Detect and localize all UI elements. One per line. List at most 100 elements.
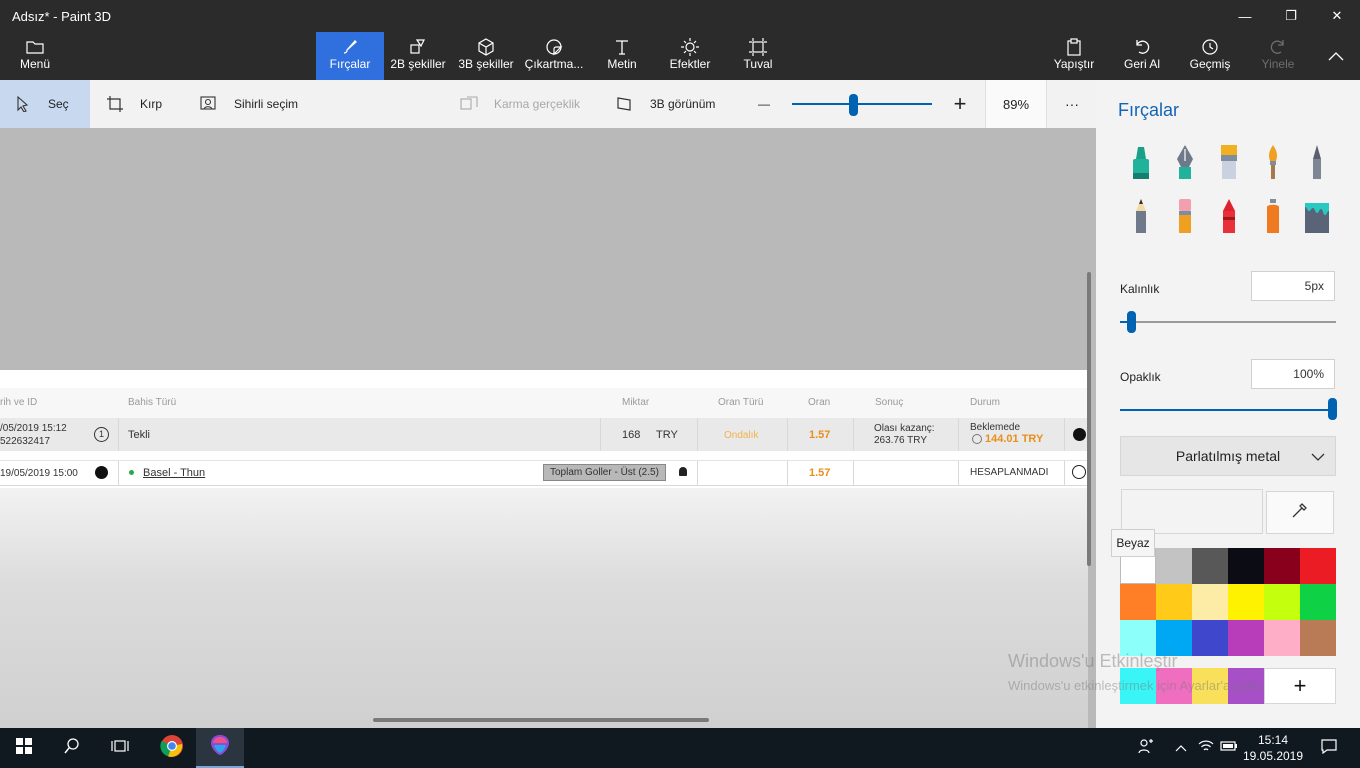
color-swatch[interactable]: [1192, 620, 1228, 656]
horizontal-scrollbar[interactable]: [373, 718, 709, 722]
color-swatch[interactable]: [1228, 620, 1264, 656]
color-swatch[interactable]: [1228, 584, 1264, 620]
color-swatch[interactable]: [1300, 548, 1336, 584]
color-swatch[interactable]: [1120, 584, 1156, 620]
opacity-slider-thumb[interactable]: [1328, 398, 1337, 420]
zoom-percentage[interactable]: 89%: [985, 80, 1047, 128]
tab-label: Tuval: [743, 57, 773, 71]
match-date: 19/05/2019 15:00: [0, 468, 78, 479]
color-swatch[interactable]: [1156, 584, 1192, 620]
3d-view-button[interactable]: 3B görünüm: [616, 80, 726, 128]
color-swatch[interactable]: [1192, 548, 1228, 584]
odds-type: Ondalık: [724, 430, 759, 441]
marker-icon[interactable]: [1127, 142, 1155, 182]
watercolor-icon[interactable]: [1259, 142, 1287, 182]
finish-value: Parlatılmış metal: [1175, 448, 1281, 464]
spray-can-icon[interactable]: [1259, 196, 1287, 236]
color-swatch[interactable]: [1264, 548, 1300, 584]
tab-text[interactable]: Metin: [596, 32, 648, 80]
divider: [118, 418, 119, 451]
vertical-scrollbar[interactable]: [1087, 272, 1091, 566]
thickness-slider-thumb[interactable]: [1127, 311, 1136, 333]
pixel-pen-icon[interactable]: [1303, 142, 1331, 182]
canvas-lower-area[interactable]: [0, 488, 1088, 728]
eyedropper-icon: [1291, 501, 1309, 524]
color-swatch[interactable]: [1192, 584, 1228, 620]
color-swatch[interactable]: [1300, 584, 1336, 620]
tab-effects[interactable]: Efektler: [664, 32, 716, 80]
close-button[interactable]: ✕: [1314, 0, 1360, 32]
thickness-input[interactable]: 5px: [1251, 271, 1335, 301]
start-button[interactable]: [0, 728, 48, 768]
eyedropper-button[interactable]: [1266, 491, 1334, 534]
zoom-slider-thumb[interactable]: [849, 94, 858, 116]
maximize-button[interactable]: ❐: [1268, 0, 1314, 32]
people-icon: [1138, 738, 1154, 759]
task-view-button[interactable]: [96, 728, 144, 768]
clock-date: 19.05.2019: [1242, 749, 1304, 763]
tab-3d-shapes[interactable]: 3B şekiller: [456, 32, 516, 80]
crayon-icon[interactable]: [1215, 196, 1243, 236]
zoom-out-button[interactable]: —: [754, 80, 774, 128]
tab-label: Fırçalar: [329, 57, 371, 71]
finish-dropdown[interactable]: Parlatılmış metal: [1120, 436, 1336, 476]
status-text: Beklemede: [970, 422, 1021, 433]
show-hidden-icons-button[interactable]: [1168, 728, 1194, 768]
eraser-icon[interactable]: [1171, 196, 1199, 236]
tab-2d-shapes[interactable]: 2B şekiller: [388, 32, 448, 80]
col-header: Durum: [970, 397, 1001, 408]
chevron-down-icon: [1311, 449, 1325, 465]
color-swatch[interactable]: [1264, 620, 1300, 656]
add-color-button[interactable]: +: [1264, 668, 1336, 704]
taskbar-clock[interactable]: 15:14 19.05.2019: [1240, 732, 1306, 764]
battery-button[interactable]: [1216, 728, 1242, 768]
zoom-in-button[interactable]: +: [948, 80, 972, 128]
undo-button[interactable]: Geri Al: [1118, 32, 1166, 80]
odds-value: 1.57: [809, 467, 831, 479]
action-center-button[interactable]: [1315, 728, 1343, 768]
paint3d-taskbar-button[interactable]: [196, 728, 244, 768]
clock-time: 15:14: [1257, 733, 1289, 747]
color-swatch[interactable]: [1228, 548, 1264, 584]
history-button[interactable]: Geçmiş: [1186, 32, 1234, 80]
tab-label: Metin: [607, 57, 637, 71]
market-badge: Toplam Goller - Üst (2.5): [543, 464, 666, 481]
match-link[interactable]: Basel - Thun: [143, 467, 205, 479]
people-button[interactable]: [1133, 728, 1159, 768]
activation-watermark-title: Windows'u Etkinleştir: [1008, 651, 1178, 671]
tab-canvas[interactable]: Tuval: [734, 32, 782, 80]
window-title: Adsız* - Paint 3D: [12, 9, 111, 24]
menu-button[interactable]: Menü: [12, 32, 58, 80]
search-button[interactable]: [48, 728, 96, 768]
fill-bucket-icon[interactable]: [1303, 196, 1331, 236]
potential-win-label: Olası kazanç:: [874, 423, 935, 434]
paste-icon: [1064, 37, 1084, 57]
magic-select-button[interactable]: Sihirli seçim: [200, 80, 310, 128]
zoom-slider-track[interactable]: [792, 103, 932, 105]
select-button[interactable]: Seç: [0, 80, 90, 128]
pencil-icon[interactable]: [1127, 196, 1155, 236]
battery-icon: [1220, 739, 1238, 757]
opacity-input[interactable]: 100%: [1251, 359, 1335, 389]
crop-button[interactable]: Kırp: [106, 80, 176, 128]
magic-select-label: Sihirli seçim: [234, 97, 299, 111]
more-options-button[interactable]: ···: [1058, 80, 1086, 128]
color-swatch[interactable]: [1300, 620, 1336, 656]
thickness-slider-track[interactable]: [1120, 321, 1336, 323]
oil-brush-icon[interactable]: [1215, 142, 1243, 182]
color-swatch[interactable]: [1264, 584, 1300, 620]
color-swatch[interactable]: [1156, 548, 1192, 584]
cashout-amount: 144.01 TRY: [985, 433, 1044, 445]
calligraphy-pen-icon[interactable]: [1171, 142, 1199, 182]
windows-logo-icon: [16, 737, 32, 759]
chrome-taskbar-button[interactable]: [148, 728, 196, 768]
tab-stickers[interactable]: Çıkartma...: [524, 32, 584, 80]
minimize-button[interactable]: —: [1222, 0, 1268, 32]
paste-button[interactable]: Yapıştır: [1050, 32, 1098, 80]
tab-brushes[interactable]: Fırçalar: [316, 32, 384, 80]
redo-button[interactable]: Yinele: [1254, 32, 1302, 80]
mixed-reality-button[interactable]: Karma gerçeklik: [460, 80, 590, 128]
pasted-image[interactable]: rih ve ID Bahis Türü Miktar Oran Türü Or…: [0, 370, 1088, 488]
collapse-ribbon-button[interactable]: [1318, 32, 1354, 80]
odds-value: 1.57: [809, 429, 831, 441]
